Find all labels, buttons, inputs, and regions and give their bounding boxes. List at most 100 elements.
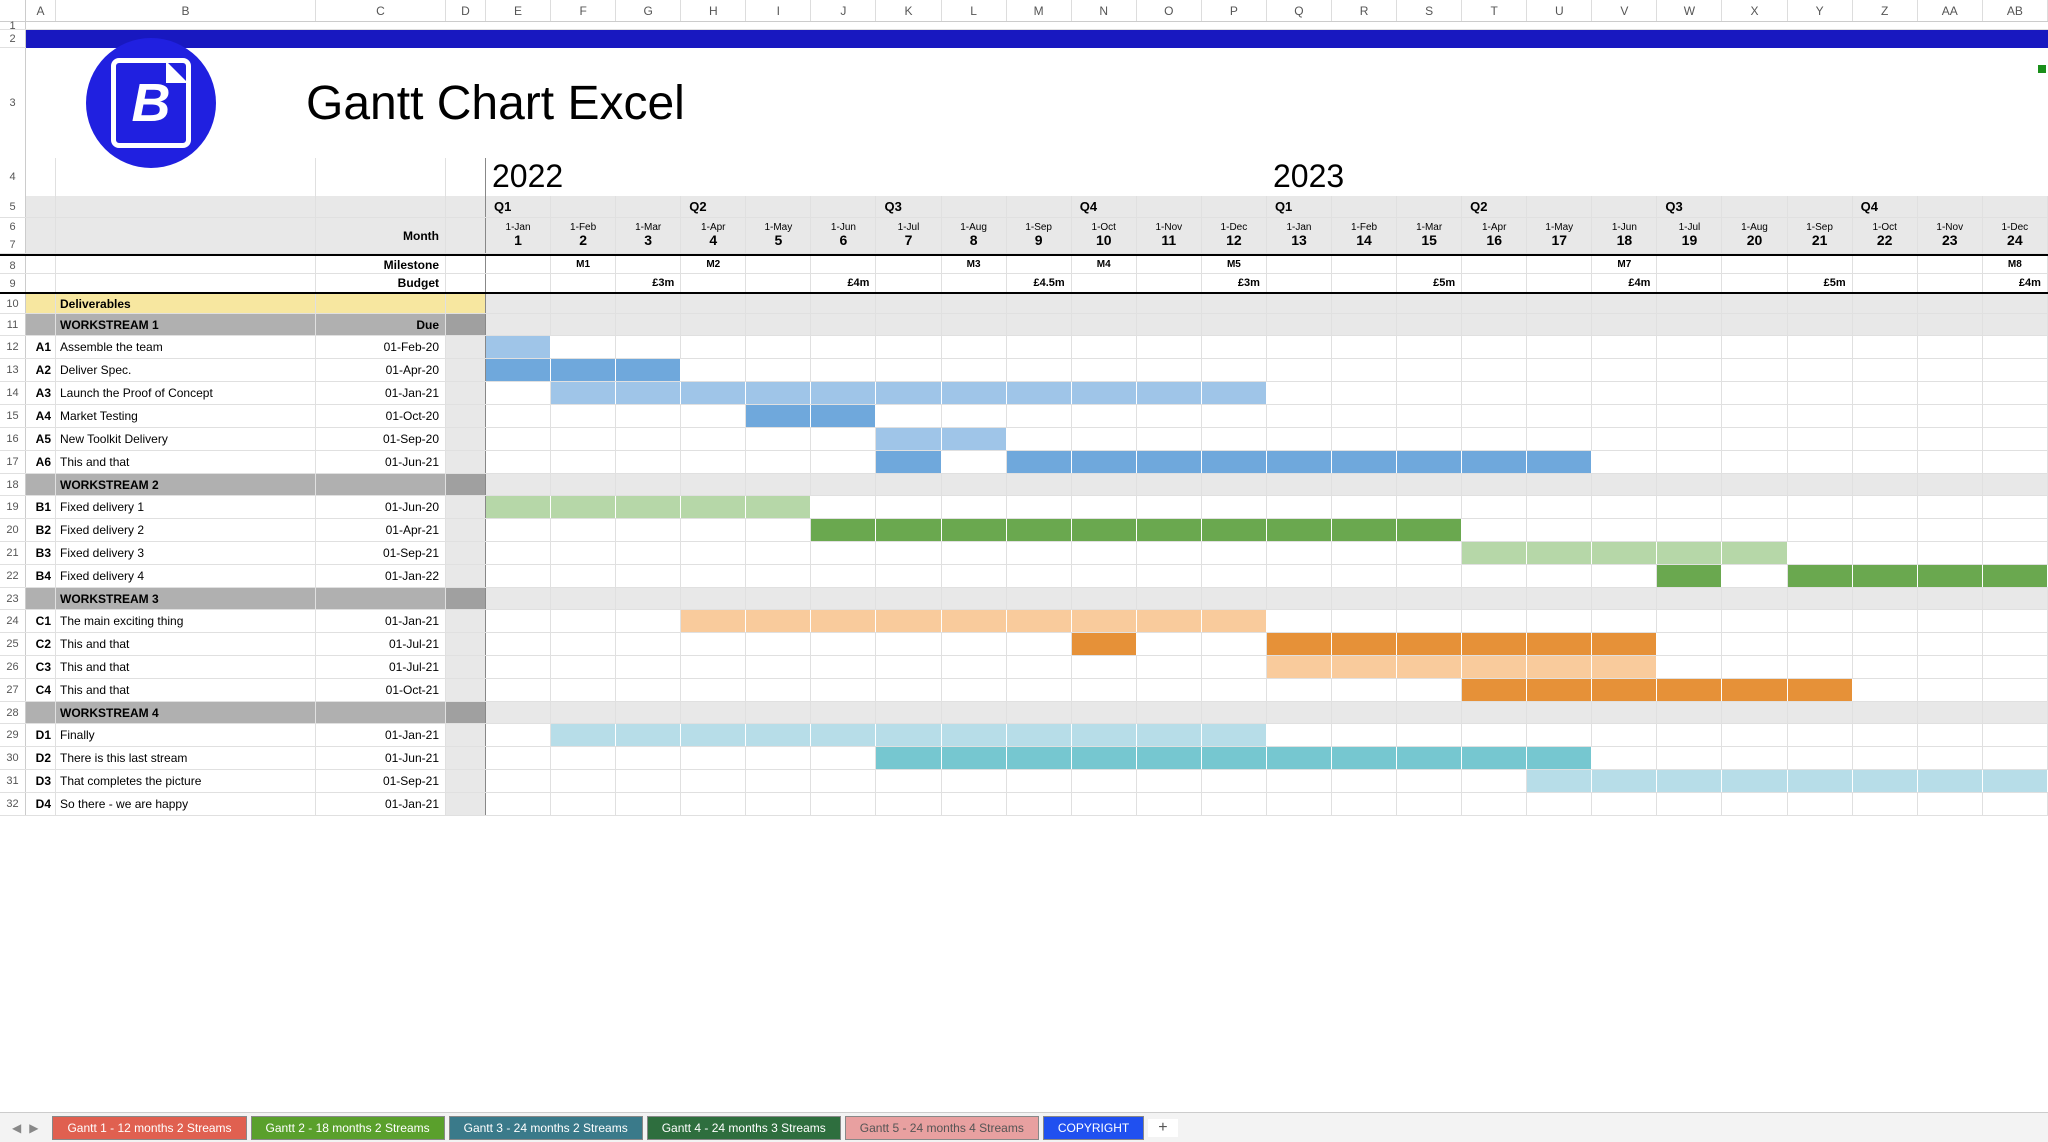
gantt-cell[interactable] [1853,405,1918,427]
gantt-cell[interactable] [1918,359,1983,381]
empty-cell[interactable] [1592,588,1657,609]
row-number[interactable]: 28 [0,702,26,723]
gantt-cell[interactable] [811,747,876,769]
month-header-cell[interactable]: 1-Aug8 [942,218,1007,253]
empty-cell[interactable] [942,588,1007,609]
workstream-header-row[interactable]: 11WORKSTREAM 1Due [0,314,2048,336]
budget-cell[interactable] [1853,274,1918,292]
gantt-cell[interactable] [681,336,746,358]
gantt-cell[interactable] [1462,770,1527,792]
gantt-cell[interactable] [1983,633,2048,655]
gantt-cell[interactable] [1267,770,1332,792]
milestone-cell[interactable] [1853,256,1918,273]
column-header[interactable]: Y [1788,0,1853,21]
gantt-cell[interactable] [1462,747,1527,769]
gantt-cell[interactable] [1202,724,1267,746]
gantt-cell[interactable] [1657,496,1722,518]
budget-cell[interactable] [1267,274,1332,292]
quarter-cell[interactable] [551,196,616,217]
column-header[interactable]: T [1462,0,1527,21]
empty-cell[interactable] [551,314,616,335]
empty-cell[interactable] [876,314,941,335]
gantt-cell[interactable] [1918,382,1983,404]
sheet-tab[interactable]: Gantt 1 - 12 months 2 Streams [52,1116,246,1140]
empty-cell[interactable] [1918,588,1983,609]
milestone-cell[interactable]: M1 [551,256,616,273]
gantt-cell[interactable] [1462,451,1527,473]
budget-cell[interactable] [1657,274,1722,292]
gantt-cell[interactable] [1007,519,1072,541]
sheet-tab[interactable]: Gantt 2 - 18 months 2 Streams [251,1116,445,1140]
gantt-cell[interactable] [1853,565,1918,587]
gantt-cell[interactable] [1007,656,1072,678]
column-header[interactable]: B [56,0,316,21]
task-row[interactable]: 29D1Finally01-Jan-21 [0,724,2048,747]
empty-cell[interactable] [876,588,941,609]
budget-cell[interactable]: £4.5m [1007,274,1072,292]
gantt-cell[interactable] [876,428,941,450]
gantt-cell[interactable] [1007,747,1072,769]
column-header[interactable]: AB [1983,0,2048,21]
gantt-cell[interactable] [1983,382,2048,404]
gantt-cell[interactable] [1332,793,1397,815]
empty-cell[interactable] [746,294,811,313]
column-header[interactable]: G [616,0,681,21]
gantt-cell[interactable] [1462,633,1527,655]
row-number[interactable]: 5 [0,196,26,217]
empty-cell[interactable] [1853,294,1918,313]
gantt-cell[interactable] [681,359,746,381]
gantt-cell[interactable] [1202,633,1267,655]
gantt-cell[interactable] [1267,451,1332,473]
row-9[interactable]: 9 Budget £3m£4m£4.5m£3m£5m£4m£5m£4m [0,274,2048,294]
gantt-cell[interactable] [1983,724,2048,746]
gantt-cell[interactable] [1527,405,1592,427]
milestone-cell[interactable]: M8 [1983,256,2048,273]
row-number[interactable]: 26 [0,656,26,678]
gantt-cell[interactable] [681,382,746,404]
gantt-cell[interactable] [1072,336,1137,358]
milestone-cell[interactable] [876,256,941,273]
gantt-cell[interactable] [1592,565,1657,587]
empty-cell[interactable] [1983,474,2048,495]
month-header-cell[interactable]: 1-Jul7 [876,218,941,253]
month-header-cell[interactable]: 1-Dec24 [1983,218,2048,253]
gantt-cell[interactable] [1853,793,1918,815]
gantt-cell[interactable] [942,519,1007,541]
gantt-cell[interactable] [942,565,1007,587]
gantt-cell[interactable] [1527,633,1592,655]
gantt-cell[interactable] [1267,633,1332,655]
empty-cell[interactable] [551,294,616,313]
empty-cell[interactable] [1202,294,1267,313]
task-row[interactable]: 22B4Fixed delivery 401-Jan-22 [0,565,2048,588]
gantt-cell[interactable] [486,656,551,678]
gantt-cell[interactable] [1397,519,1462,541]
column-header[interactable]: H [681,0,746,21]
gantt-cell[interactable] [1918,610,1983,632]
budget-cell[interactable] [1462,274,1527,292]
gantt-cell[interactable] [1072,724,1137,746]
row-number[interactable]: 20 [0,519,26,541]
gantt-cell[interactable] [746,405,811,427]
gantt-cell[interactable] [1527,519,1592,541]
month-header-cell[interactable]: 1-Jan1 [486,218,551,253]
gantt-cell[interactable] [1657,451,1722,473]
gantt-cell[interactable] [1788,405,1853,427]
empty-cell[interactable] [1137,474,1202,495]
gantt-cell[interactable] [1462,519,1527,541]
gantt-cell[interactable] [1592,336,1657,358]
quarter-cell[interactable]: Q2 [1462,196,1527,217]
gantt-cell[interactable] [811,359,876,381]
gantt-cell[interactable] [746,770,811,792]
empty-cell[interactable] [1332,314,1397,335]
budget-cell[interactable] [746,274,811,292]
budget-cell[interactable] [876,274,941,292]
empty-cell[interactable] [681,588,746,609]
gantt-cell[interactable] [746,542,811,564]
empty-cell[interactable] [681,702,746,723]
gantt-cell[interactable] [1788,428,1853,450]
gantt-cell[interactable] [551,382,616,404]
gantt-cell[interactable] [1983,542,2048,564]
gantt-cell[interactable] [1918,565,1983,587]
empty-cell[interactable] [1657,702,1722,723]
gantt-cell[interactable] [1918,656,1983,678]
